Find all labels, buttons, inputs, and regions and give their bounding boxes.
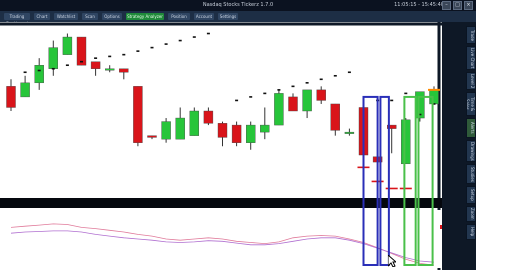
candle-down (203, 110, 214, 124)
sar-dot (319, 78, 323, 81)
right-sidebar: Trade Live Chart Level 2 Time & Sales Alerts… (442, 22, 476, 270)
toolbar-button-account[interactable]: Account (194, 13, 214, 20)
sar-dot (263, 92, 267, 95)
maximize-button[interactable]: □ (453, 1, 462, 10)
sidebar-button-drawings[interactable]: Drawings (466, 140, 476, 162)
candle-down (133, 86, 143, 143)
candle-down (316, 89, 326, 101)
toolbar-button-position[interactable]: Position (168, 13, 190, 20)
toolbar-button-scan[interactable]: Scan (82, 13, 98, 20)
price-chart[interactable] (0, 22, 442, 270)
mouse-cursor-icon (388, 255, 396, 267)
sar-dot (347, 71, 351, 74)
sar-dot (122, 53, 126, 56)
sar-dot (178, 39, 182, 42)
sar-dot (192, 36, 196, 38)
sidebar-button-time-sales[interactable]: Time & Sales (466, 92, 476, 116)
candle-up (245, 124, 256, 143)
sar-dot (150, 46, 154, 49)
candle-down (90, 61, 101, 69)
sar-dot (291, 85, 295, 88)
candle-up (20, 82, 30, 98)
sar-dot (277, 89, 281, 91)
candle-down (330, 103, 340, 131)
sidebar-button-setup[interactable]: Setup (466, 186, 476, 204)
main-toolbar: Trading Dashboard Chart Watchlist Scan Optio… (0, 11, 476, 26)
sar-dot (404, 92, 408, 95)
window-controls: – □ × (442, 1, 473, 10)
candle-up (189, 110, 200, 136)
pane-divider (0, 198, 442, 208)
sidebar-button-level-2[interactable]: Level 2 (466, 72, 476, 90)
toolbar-button-trading-dashboard[interactable]: Trading Dashboard (4, 13, 30, 26)
sidebar-button-alerts[interactable]: Alerts (466, 118, 476, 138)
candle-up (161, 121, 171, 140)
sar-dot (51, 67, 55, 70)
candle-down (119, 68, 129, 73)
application-window: Nasdaq Stocks Tickerz 1.7.0 11:05:15 - 1… (0, 0, 476, 270)
candle-up (34, 65, 44, 84)
toolbar-button-chart[interactable]: Chart (34, 13, 50, 20)
sar-dot (65, 64, 69, 67)
sidebar-button-zoom[interactable]: Zoom (466, 206, 476, 222)
toolbar-button-settings[interactable]: Settings (218, 13, 238, 20)
sar-dot (80, 60, 83, 63)
candle-up (401, 119, 411, 165)
candle-up (344, 131, 355, 134)
sar-dot (206, 32, 210, 35)
candle-up (62, 36, 73, 55)
sar-dot (249, 96, 253, 98)
candle-up (260, 124, 270, 133)
candle-down (6, 86, 16, 108)
candle-down (217, 123, 228, 138)
candle-up (104, 68, 115, 71)
sar-dot (136, 50, 140, 52)
candle-up (302, 89, 312, 112)
title-bar: Nasdaq Stocks Tickerz 1.7.0 11:05:15 - 1… (0, 0, 476, 11)
status-clock: 11:05:15 - 15:45:40 (394, 2, 444, 8)
candle-up (175, 117, 185, 140)
sar-dot (333, 74, 337, 77)
minimize-button[interactable]: – (442, 1, 451, 10)
sidebar-button-help[interactable]: Help (466, 224, 476, 240)
sar-dot (94, 57, 98, 59)
toolbar-button-strategy-analyzer[interactable]: Strategy Analyzer (126, 13, 164, 20)
sidebar-button-live-chart[interactable]: Live Chart (466, 46, 476, 70)
candle-up (48, 47, 58, 69)
sar-dot (23, 71, 27, 74)
toolbar-button-options[interactable]: Options (102, 13, 122, 20)
sar-dot (164, 43, 168, 45)
toolbar-button-watchlist[interactable]: Watchlist (54, 13, 78, 20)
candle-down (231, 124, 242, 143)
sidebar-button-trade[interactable]: Trade (466, 26, 476, 44)
close-button[interactable]: × (464, 1, 473, 10)
sidebar-button-studies[interactable]: Studies (466, 164, 476, 184)
sar-dot (235, 99, 239, 102)
sar-dot (108, 55, 112, 58)
candle-down (288, 96, 298, 112)
candle-up (274, 93, 284, 126)
sar-dot (37, 69, 41, 72)
sar-dot (305, 82, 309, 84)
candle-down (147, 135, 157, 138)
sar-dot (390, 99, 394, 102)
